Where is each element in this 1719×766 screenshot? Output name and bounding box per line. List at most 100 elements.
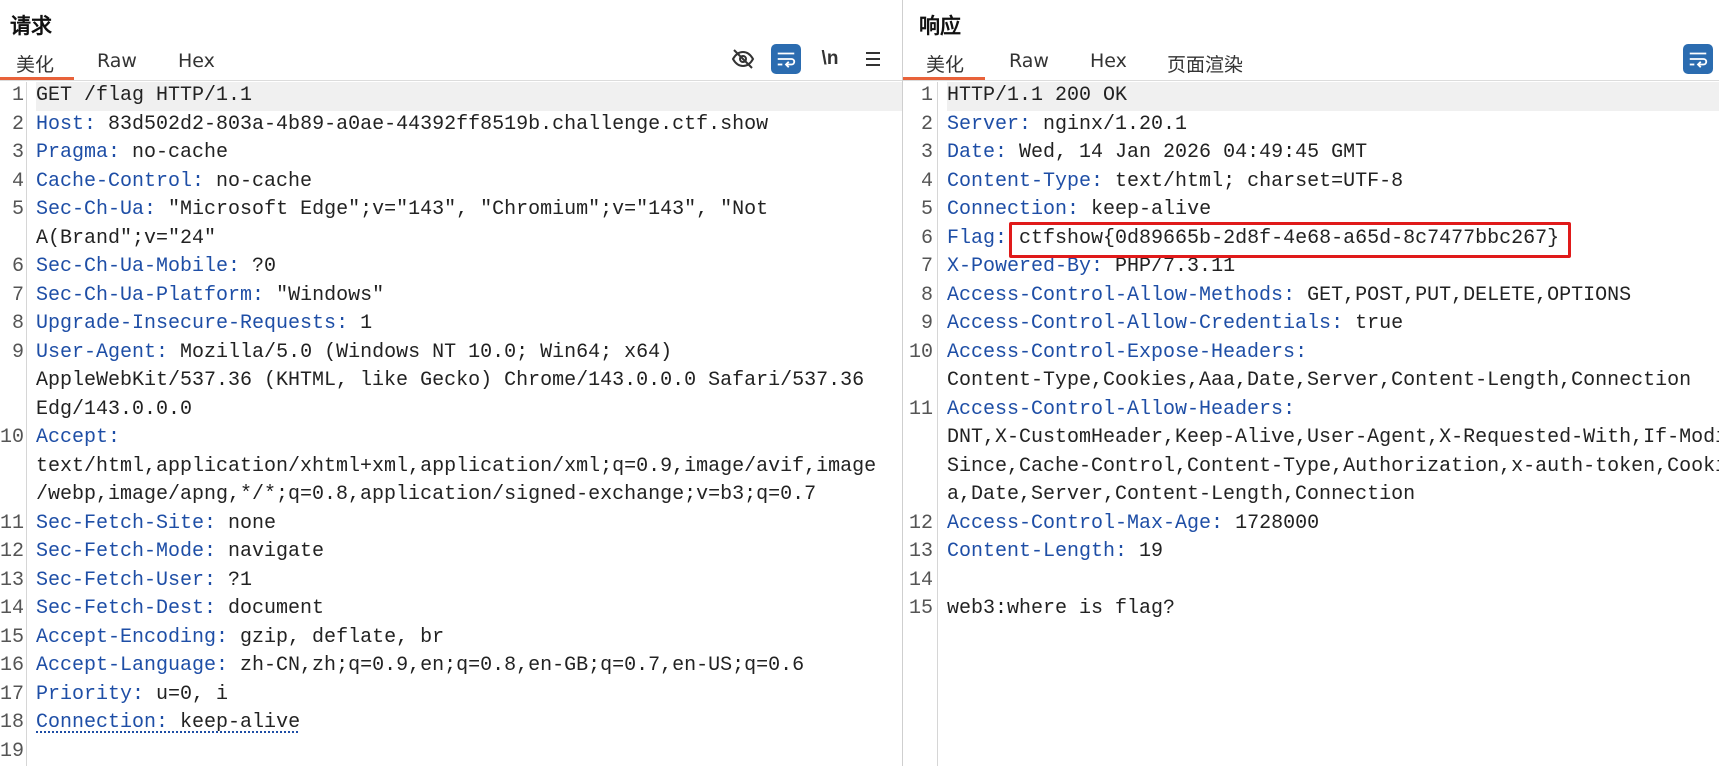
request-tab-pretty[interactable]: 美化 <box>16 50 54 77</box>
line-number: 11 <box>908 397 933 421</box>
header-value: nginx/1.20.1 <box>1043 112 1188 136</box>
code-line: GET /flag HTTP/1.1 <box>36 82 902 111</box>
header-separator: : <box>216 625 241 649</box>
header-line: Access-Control-Allow-Credentials: true <box>947 310 1719 339</box>
request-active-tab-indicator <box>0 77 74 80</box>
header-line: Sec-Ch-Ua: "Microsoft Edge";v="143", "Ch… <box>36 196 902 225</box>
header-name: Sec-Ch-Ua-Mobile <box>36 255 229 278</box>
request-tab-hex[interactable]: Hex <box>178 50 215 72</box>
header-line: Access-Control-Expose-Headers: <box>947 339 1719 368</box>
line-number: 6 <box>920 226 933 250</box>
request-editor[interactable]: 1 2 3 4 5 6 7 8 9 10 11 12 13 14 15 16 17 18 19 GET /flag … <box>0 82 902 766</box>
line-number: 7 <box>11 283 24 307</box>
header-value: document <box>228 597 325 620</box>
header-line: Pragma: no-cache <box>36 139 902 168</box>
header-line: Date: Wed, 14 Jan 2026 04:49:45 GMT <box>947 139 1719 168</box>
line-number: 13 <box>0 568 25 592</box>
code-line: Edg/143.0.0.0 <box>36 396 902 425</box>
code-line: text/html,application/xhtml+xml,applicat… <box>36 453 902 482</box>
header-value: Wed, 14 Jan 2026 04:49:45 GMT <box>1019 141 1368 164</box>
header-name: Content-Length <box>947 540 1116 563</box>
header-name: Access-Control-Allow-Credentials <box>947 312 1332 335</box>
code-text: HTTP/1.1 200 OK <box>947 84 1128 107</box>
newline-toggle-icon[interactable]: \n <box>815 44 845 74</box>
header-line: Sec-Fetch-User: ?1 <box>36 567 902 596</box>
response-tab-render[interactable]: 页面渲染 <box>1167 50 1243 77</box>
line-number: 19 <box>0 739 25 763</box>
request-tab-raw[interactable]: Raw <box>97 50 137 72</box>
header-name: Server <box>947 112 1020 136</box>
header-separator: : <box>156 340 181 364</box>
line-number: 2 <box>11 112 24 136</box>
response-editor[interactable]: 1 2 3 4 5 6 7 8 9 10 11 12 13 14 15 HTTP/1.1 200 OK Ser… <box>903 82 1719 766</box>
line-number: 11 <box>0 511 25 535</box>
line-number: 3 <box>920 141 933 164</box>
header-separator: : <box>995 141 1020 164</box>
eye-slash-icon[interactable] <box>728 44 758 74</box>
header-value: true <box>1355 312 1404 335</box>
line-number: 7 <box>920 255 933 278</box>
header-line: Connection: keep-alive <box>947 196 1719 225</box>
header-separator: : <box>108 141 133 164</box>
line-number: 3 <box>11 141 24 164</box>
header-separator: : <box>156 711 181 734</box>
header-separator: : <box>1283 397 1296 421</box>
response-tab-pretty[interactable]: 美化 <box>926 50 964 77</box>
header-value: 1728000 <box>1235 511 1320 535</box>
header-name: Pragma <box>36 141 109 164</box>
header-name: Sec-Fetch-User <box>36 568 205 592</box>
line-number: 10 <box>0 426 25 449</box>
header-line: Accept: <box>36 424 902 453</box>
code-line: Since,Cache-Control,Content-Type,Authori… <box>947 453 1719 482</box>
header-value: 19 <box>1139 540 1164 563</box>
line-number: 5 <box>11 198 24 221</box>
header-separator: : <box>204 540 229 563</box>
header-separator: : <box>1091 169 1116 193</box>
header-name: Access-Control-Expose-Headers <box>947 340 1296 364</box>
header-name: User-Agent <box>36 340 157 364</box>
response-pane: 响应 美化 Raw Hex 页面渲染 1 2 3 4 5 6 7 8 9 10 11 12 13 14 15… <box>903 0 1719 766</box>
wrap-lines-icon[interactable] <box>771 44 801 74</box>
line-number: 8 <box>920 283 933 307</box>
header-separator: : <box>204 511 229 535</box>
line-number: 8 <box>11 312 24 335</box>
header-line: Accept-Encoding: gzip, deflate, br <box>36 624 902 653</box>
line-number: 14 <box>0 597 25 620</box>
header-name: Flag <box>947 226 996 250</box>
header-separator: : <box>1331 312 1356 335</box>
header-value: Mozilla/5.0 (Windows NT 10.0; Win64; x64… <box>180 340 673 364</box>
header-separator: : <box>84 112 109 136</box>
header-line: Content-Length: 19 <box>947 538 1719 567</box>
header-name: Host <box>36 112 85 136</box>
header-separator: : <box>1115 540 1140 563</box>
request-title: 请求 <box>10 14 52 38</box>
response-tab-hex[interactable]: Hex <box>1090 50 1127 72</box>
header-value: gzip, deflate, br <box>240 625 445 649</box>
header-separator: : <box>336 312 361 335</box>
header-line: Access-Control-Max-Age: 1728000 <box>947 510 1719 539</box>
header-name: Access-Control-Max-Age <box>947 511 1212 535</box>
header-separator: : <box>1295 340 1308 364</box>
header-separator: : <box>204 568 229 592</box>
header-value: 83d502d2-803a-4b89-a0ae-44392ff8519b.cha… <box>108 112 769 136</box>
header-separator: : <box>228 255 253 278</box>
code-text: AppleWebKit/537.36 (KHTML, like Gecko) C… <box>36 369 865 392</box>
line-number: 12 <box>0 540 25 563</box>
menu-icon[interactable] <box>858 44 888 74</box>
header-name: Sec-Ch-Ua-Platform <box>36 283 253 307</box>
header-line: Sec-Ch-Ua-Mobile: ?0 <box>36 253 902 282</box>
code-text: /webp,image/apng,*/*;q=0.8,application/s… <box>36 483 817 506</box>
header-line: Priority: u=0, i <box>36 681 902 710</box>
code-text: web3:where is flag? <box>947 597 1176 620</box>
header-line: Accept-Language: zh-CN,zh;q=0.9,en;q=0.8… <box>36 652 902 681</box>
wrap-lines-icon[interactable] <box>1683 44 1713 74</box>
header-value: no-cache <box>216 169 313 193</box>
header-line: Access-Control-Allow-Methods: GET,POST,P… <box>947 282 1719 311</box>
response-tab-raw[interactable]: Raw <box>1009 50 1049 72</box>
line-number: 9 <box>11 340 24 364</box>
header-line: Sec-Fetch-Mode: navigate <box>36 538 902 567</box>
response-active-tab-indicator <box>903 77 985 80</box>
line-number: 10 <box>908 340 933 364</box>
